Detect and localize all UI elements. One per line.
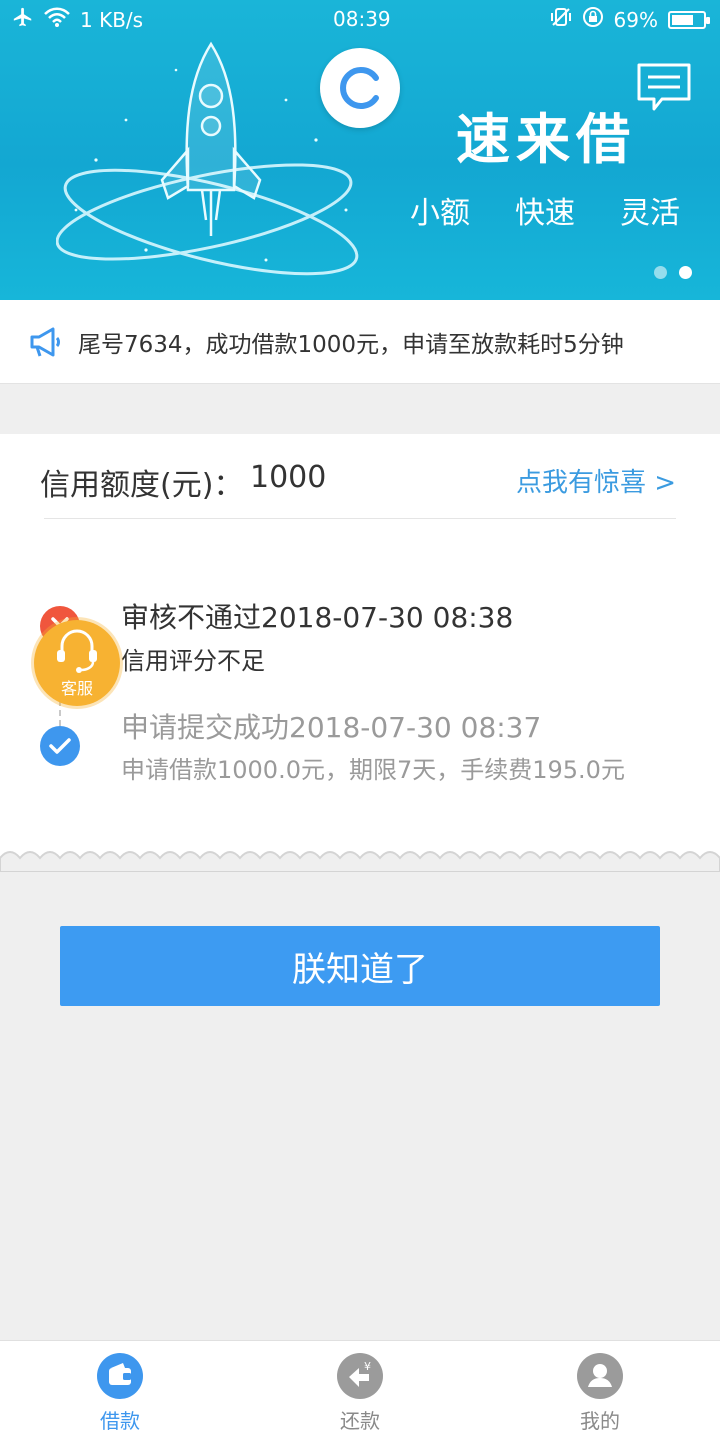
- surprise-link[interactable]: 点我有惊喜 >: [516, 462, 676, 499]
- notice-bar: 尾号7634，成功借款1000元，申请至放款耗时5分钟: [0, 300, 720, 384]
- check-icon: [40, 726, 80, 766]
- user-icon: [577, 1353, 623, 1399]
- network-speed: 1 KB/s: [80, 7, 144, 32]
- battery-icon: [668, 10, 710, 29]
- vibrate-icon: [550, 6, 572, 33]
- divider: [44, 518, 676, 519]
- svg-text:¥: ¥: [364, 1360, 371, 1373]
- submission-details: 申请借款1000.0元，期限7天，手续费195.0元: [121, 756, 625, 784]
- banner-tag: 灵活: [620, 196, 680, 231]
- review-result-title: 审核不通过2018-07-30 08:38: [121, 601, 514, 634]
- tab-label: 借款: [100, 1409, 140, 1433]
- notice-text: 尾号7634，成功借款1000元，申请至放款耗时5分钟: [78, 332, 624, 358]
- submission-title: 申请提交成功2018-07-30 08:37: [121, 711, 542, 744]
- rotation-lock-icon: [582, 6, 604, 33]
- banner-tags: 小额 快速 灵活: [410, 188, 680, 232]
- megaphone-icon: [28, 324, 64, 364]
- battery-percent: 69%: [613, 7, 658, 32]
- app-logo: [320, 48, 400, 128]
- banner-tag: 小额: [410, 196, 470, 231]
- promo-banner[interactable]: 1 KB/s 08:39 69% 速来借 小额 快速 灵活: [0, 0, 720, 300]
- airplane-icon: [12, 6, 34, 33]
- credit-limit-label: 信用额度(元)：: [40, 468, 244, 503]
- tab-label: 还款: [340, 1409, 380, 1433]
- tab-borrow[interactable]: 借款: [0, 1341, 240, 1440]
- carousel-indicator: [654, 266, 692, 279]
- brand-name: 速来借: [456, 108, 636, 171]
- customer-service-button[interactable]: 客服: [34, 620, 120, 706]
- carousel-dot[interactable]: [654, 266, 667, 279]
- acknowledge-button[interactable]: 朕知道了: [60, 926, 660, 1006]
- message-icon[interactable]: [636, 62, 692, 116]
- bottom-tab-bar: 借款 ¥ 还款 我的: [0, 1340, 720, 1440]
- ticket-edge: [0, 851, 720, 872]
- tab-label: 我的: [580, 1409, 620, 1433]
- customer-service-label: 客服: [60, 679, 93, 698]
- clock: 08:39: [333, 7, 391, 31]
- wifi-icon: [44, 7, 70, 32]
- review-result-reason: 信用评分不足: [121, 647, 265, 675]
- tab-mine[interactable]: 我的: [480, 1341, 720, 1440]
- wallet-icon: [97, 1353, 143, 1399]
- headset-icon: [57, 629, 97, 673]
- tab-repay[interactable]: ¥ 还款: [240, 1341, 480, 1440]
- credit-limit-value: 1000: [250, 460, 327, 495]
- banner-tag: 快速: [515, 196, 575, 231]
- status-bar: 1 KB/s 08:39 69%: [0, 0, 720, 38]
- carousel-dot-active[interactable]: [679, 266, 692, 279]
- loan-status-page: 1 KB/s 08:39 69% 速来借 小额 快速 灵活 尾号7634，成功借…: [0, 0, 720, 1440]
- repay-icon: ¥: [337, 1353, 383, 1399]
